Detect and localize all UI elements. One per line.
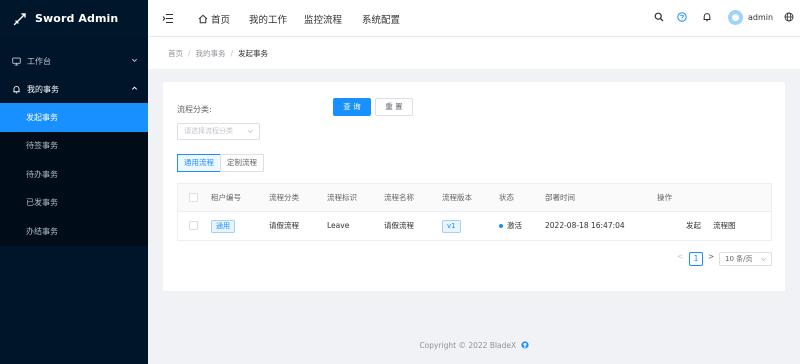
- sidebar-group-label: 我的事务: [27, 84, 59, 94]
- page-size-value: 10 条/页: [725, 255, 753, 263]
- sidebar-item-sent[interactable]: 已发事务: [0, 189, 148, 218]
- column-header: 操作: [657, 193, 672, 202]
- nav-home[interactable]: 首页: [198, 12, 230, 26]
- key-cell: Leave: [327, 221, 350, 230]
- category-select-placeholder: 请选择流程分类: [184, 127, 233, 135]
- search-icon[interactable]: [654, 12, 664, 22]
- app-title: Sword Admin: [35, 12, 119, 25]
- top-bar: 首页 我的工作 监控流程 系统配置 admin: [148, 0, 800, 37]
- sidebar-item-todo[interactable]: 待办事务: [0, 160, 148, 189]
- sidebar-group-my-affairs[interactable]: 我的事务: [0, 75, 148, 103]
- chevron-down-icon: [248, 129, 253, 133]
- reset-button[interactable]: 重 置: [375, 98, 413, 116]
- tenant-tag: 通用: [211, 219, 235, 233]
- flow-diagram-link[interactable]: 流程图: [713, 212, 736, 240]
- table-header-row: 租户编号 流程分类 流程标识 流程名称 流程版本 状态 部署时间 操作: [178, 184, 771, 212]
- breadcrumb-separator: /: [230, 48, 234, 58]
- sidebar: Sword Admin 工作台 我的事务 发起事务 待签事务 待办事务 已发事务…: [0, 0, 148, 364]
- prev-page-button[interactable]: <: [677, 252, 683, 261]
- page-size-select[interactable]: 10 条/页: [719, 252, 772, 266]
- logo[interactable]: Sword Admin: [0, 0, 148, 37]
- sidebar-submenu: 发起事务 待签事务 待办事务 已发事务 办结事务: [0, 103, 148, 246]
- category-select[interactable]: 请选择流程分类: [177, 123, 260, 140]
- sidebar-group-label: 工作台: [27, 56, 51, 66]
- globe-icon[interactable]: [784, 12, 794, 22]
- flow-tabs: 通用流程 定制流程: [177, 154, 264, 172]
- sidebar-group-workbench[interactable]: 工作台: [0, 47, 148, 75]
- nav-settings[interactable]: 系统配置: [362, 12, 400, 26]
- version-cell: v1: [442, 212, 461, 240]
- chevron-down-icon: [131, 58, 138, 63]
- sidebar-item-to-sign[interactable]: 待签事务: [0, 132, 148, 161]
- name-cell: 请假流程: [384, 221, 414, 230]
- row-checkbox[interactable]: [189, 221, 198, 230]
- column-header: 流程名称: [384, 193, 414, 202]
- tab-general-flow[interactable]: 通用流程: [177, 154, 221, 172]
- select-all-checkbox[interactable]: [189, 193, 198, 202]
- status-cell: 激活: [499, 212, 522, 240]
- next-page-button[interactable]: >: [708, 252, 714, 261]
- avatar[interactable]: [728, 10, 743, 25]
- query-button[interactable]: 查 询: [333, 98, 371, 116]
- column-header: 状态: [499, 193, 514, 202]
- breadcrumb-current: 发起事务: [238, 48, 269, 58]
- page-number-current[interactable]: 1: [689, 252, 703, 266]
- sword-icon: [13, 12, 26, 25]
- tenant-cell: 通用: [211, 212, 235, 240]
- home-icon: [198, 14, 208, 24]
- column-header: 流程分类: [269, 193, 299, 202]
- version-tag: v1: [442, 219, 461, 233]
- tab-custom-flow[interactable]: 定制流程: [220, 154, 264, 172]
- flow-table: 租户编号 流程分类 流程标识 流程名称 流程版本 状态 部署时间 操作 通用 请…: [177, 183, 772, 241]
- main-card: 流程分类: 请选择流程分类 查 询 重 置 通用流程 定制流程 租户编号 流程分…: [163, 82, 785, 291]
- breadcrumb-separator: /: [188, 48, 191, 58]
- nav-my-work[interactable]: 我的工作: [249, 12, 287, 26]
- footer: Copyright © 2022 BladeX: [148, 341, 800, 350]
- status-text: 激活: [507, 221, 522, 230]
- column-header: 部署时间: [545, 193, 575, 202]
- nav-home-label: 首页: [211, 15, 231, 26]
- chevron-down-icon: [761, 257, 766, 261]
- category-label: 流程分类:: [177, 105, 212, 114]
- menu-fold-icon[interactable]: [162, 13, 174, 24]
- column-header: 流程标识: [327, 193, 357, 202]
- breadcrumb: 首页 / 我的事务 / 发起事务: [148, 37, 800, 69]
- sidebar-item-done[interactable]: 办结事务: [0, 217, 148, 246]
- category-cell: 请假流程: [269, 221, 299, 230]
- nav-monitor[interactable]: 监控流程: [304, 12, 342, 26]
- column-header: 流程版本: [442, 193, 472, 202]
- deploy-time-cell: 2022-08-18 16:47:04: [545, 221, 625, 230]
- bell-icon[interactable]: [702, 12, 712, 22]
- chevron-up-icon: [131, 86, 138, 90]
- monitor-icon: [12, 57, 21, 66]
- sidebar-item-start-affair[interactable]: 发起事务: [0, 103, 148, 132]
- breadcrumb-home[interactable]: 首页: [168, 48, 183, 59]
- breadcrumb-parent[interactable]: 我的事务: [196, 48, 226, 59]
- status-dot: [499, 224, 503, 228]
- help-icon[interactable]: [677, 12, 687, 22]
- table-row: 通用 请假流程 Leave 请假流程 v1 激活 2022-08-18 16:4…: [178, 212, 771, 240]
- column-header: 租户编号: [211, 193, 241, 202]
- bell-icon: [13, 85, 20, 93]
- start-flow-link[interactable]: 发起: [686, 212, 701, 240]
- username[interactable]: admin: [748, 13, 773, 22]
- github-icon[interactable]: [520, 341, 529, 349]
- copyright-text: Copyright © 2022 BladeX: [419, 341, 517, 350]
